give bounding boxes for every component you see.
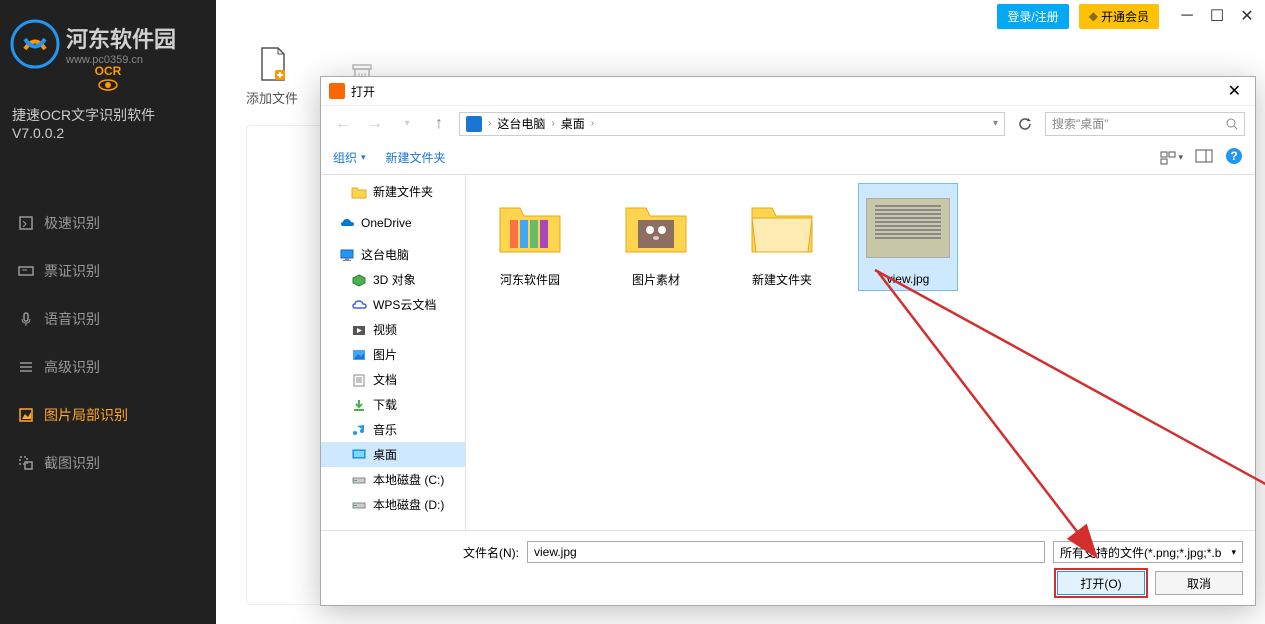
search-placeholder: 搜索"桌面"	[1052, 115, 1109, 132]
tree-3d-objects[interactable]: 3D 对象	[321, 267, 465, 292]
breadcrumb-desktop[interactable]: 桌面	[561, 115, 585, 132]
file-folder-2[interactable]: 图片素材	[606, 183, 706, 292]
dialog-icon	[329, 83, 345, 99]
dialog-title: 打开	[351, 83, 375, 100]
tree-music[interactable]: 音乐	[321, 417, 465, 442]
nav-speed[interactable]: 极速识别	[0, 199, 216, 247]
maximize-button[interactable]: ☐	[1209, 8, 1225, 24]
tree-new-folder[interactable]: 新建文件夹	[321, 179, 465, 204]
file-label: 新建文件夹	[752, 271, 812, 288]
refresh-button[interactable]	[1013, 112, 1037, 136]
nav-back-button[interactable]: ←	[331, 112, 355, 136]
nav-advanced[interactable]: 高级识别	[0, 343, 216, 391]
vip-button[interactable]: ◆开通会员	[1079, 4, 1159, 29]
add-file-button[interactable]: 添加文件	[246, 46, 298, 107]
search-icon	[1226, 118, 1238, 130]
nav: 极速识别 票证识别 语音识别 高级识别 图片局部识别 截图识别	[0, 199, 216, 487]
dialog-close-button[interactable]: ✕	[1222, 81, 1247, 101]
open-button[interactable]: 打开(O)	[1057, 571, 1145, 595]
tree-disk-d[interactable]: 本地磁盘 (D:)	[321, 492, 465, 517]
preview-pane-button[interactable]	[1195, 149, 1213, 166]
nav-ticket[interactable]: 票证识别	[0, 247, 216, 295]
nav-recent-button[interactable]: ▾	[395, 112, 419, 136]
photo-thumbnail	[866, 198, 950, 258]
file-filter-dropdown[interactable]: 所有支持的文件(*.png;*.jpg;*.b▾	[1053, 541, 1243, 563]
nav-up-button[interactable]: ↑	[427, 112, 451, 136]
help-button[interactable]: ?	[1225, 147, 1243, 168]
view-mode-button[interactable]: ▾	[1160, 151, 1183, 165]
tree-pictures[interactable]: 图片	[321, 342, 465, 367]
breadcrumb-pc[interactable]: 这台电脑	[497, 115, 545, 132]
file-folder-3[interactable]: 新建文件夹	[732, 183, 832, 292]
nav-partial-image[interactable]: 图片局部识别	[0, 391, 216, 439]
filename-input[interactable]	[527, 541, 1045, 563]
tree-disk-c[interactable]: 本地磁盘 (C:)	[321, 467, 465, 492]
file-label: view.jpg	[887, 272, 930, 286]
file-label: 河东软件园	[500, 271, 560, 288]
add-file-label: 添加文件	[246, 88, 298, 107]
search-input[interactable]: 搜索"桌面"	[1045, 112, 1245, 136]
organize-button[interactable]: 组织 ▾	[333, 149, 366, 166]
nav-forward-button[interactable]: →	[363, 112, 387, 136]
svg-text:?: ?	[1230, 149, 1237, 163]
tree-downloads[interactable]: 下载	[321, 392, 465, 417]
minimize-button[interactable]: ─	[1179, 8, 1195, 24]
brand-name: 河东软件园	[66, 22, 176, 54]
tree-wps-cloud[interactable]: WPS云文档	[321, 292, 465, 317]
filename-label: 文件名(N):	[463, 544, 519, 561]
nav-screenshot[interactable]: 截图识别	[0, 439, 216, 487]
file-folder-1[interactable]: 河东软件园	[480, 183, 580, 292]
tree-onedrive[interactable]: OneDrive	[321, 212, 465, 234]
titlebar: 登录/注册 ◆开通会员 ─ ☐ ✕	[216, 0, 1265, 28]
nav-voice[interactable]: 语音识别	[0, 295, 216, 343]
folder-tree: 新建文件夹 OneDrive 这台电脑 3D 对象 WPS云文档 视频 图片 文…	[321, 175, 466, 530]
new-folder-button[interactable]: 新建文件夹	[386, 149, 446, 166]
tree-this-pc[interactable]: 这台电脑	[321, 242, 465, 267]
file-label: 图片素材	[632, 271, 680, 288]
tree-desktop[interactable]: 桌面	[321, 442, 465, 467]
cancel-button[interactable]: 取消	[1155, 571, 1243, 595]
sidebar: 河东软件园 www.pc0359.cn OCR 捷速OCR文字识别软件V7.0.…	[0, 0, 216, 624]
close-button[interactable]: ✕	[1239, 8, 1255, 24]
pc-icon	[466, 116, 482, 132]
address-bar[interactable]: › 这台电脑 › 桌面 › ▾	[459, 112, 1005, 136]
tree-videos[interactable]: 视频	[321, 317, 465, 342]
file-open-dialog: 打开 ✕ ← → ▾ ↑ › 这台电脑 › 桌面 › ▾ 搜索"桌面" 组织 ▾…	[320, 76, 1256, 606]
app-title: 捷速OCR文字识别软件V7.0.0.2	[0, 97, 216, 159]
file-grid: 河东软件园 图片素材 新建文件夹 view.jpg	[466, 175, 1255, 530]
tree-documents[interactable]: 文档	[321, 367, 465, 392]
file-view-jpg[interactable]: view.jpg	[858, 183, 958, 291]
login-button[interactable]: 登录/注册	[997, 4, 1068, 29]
